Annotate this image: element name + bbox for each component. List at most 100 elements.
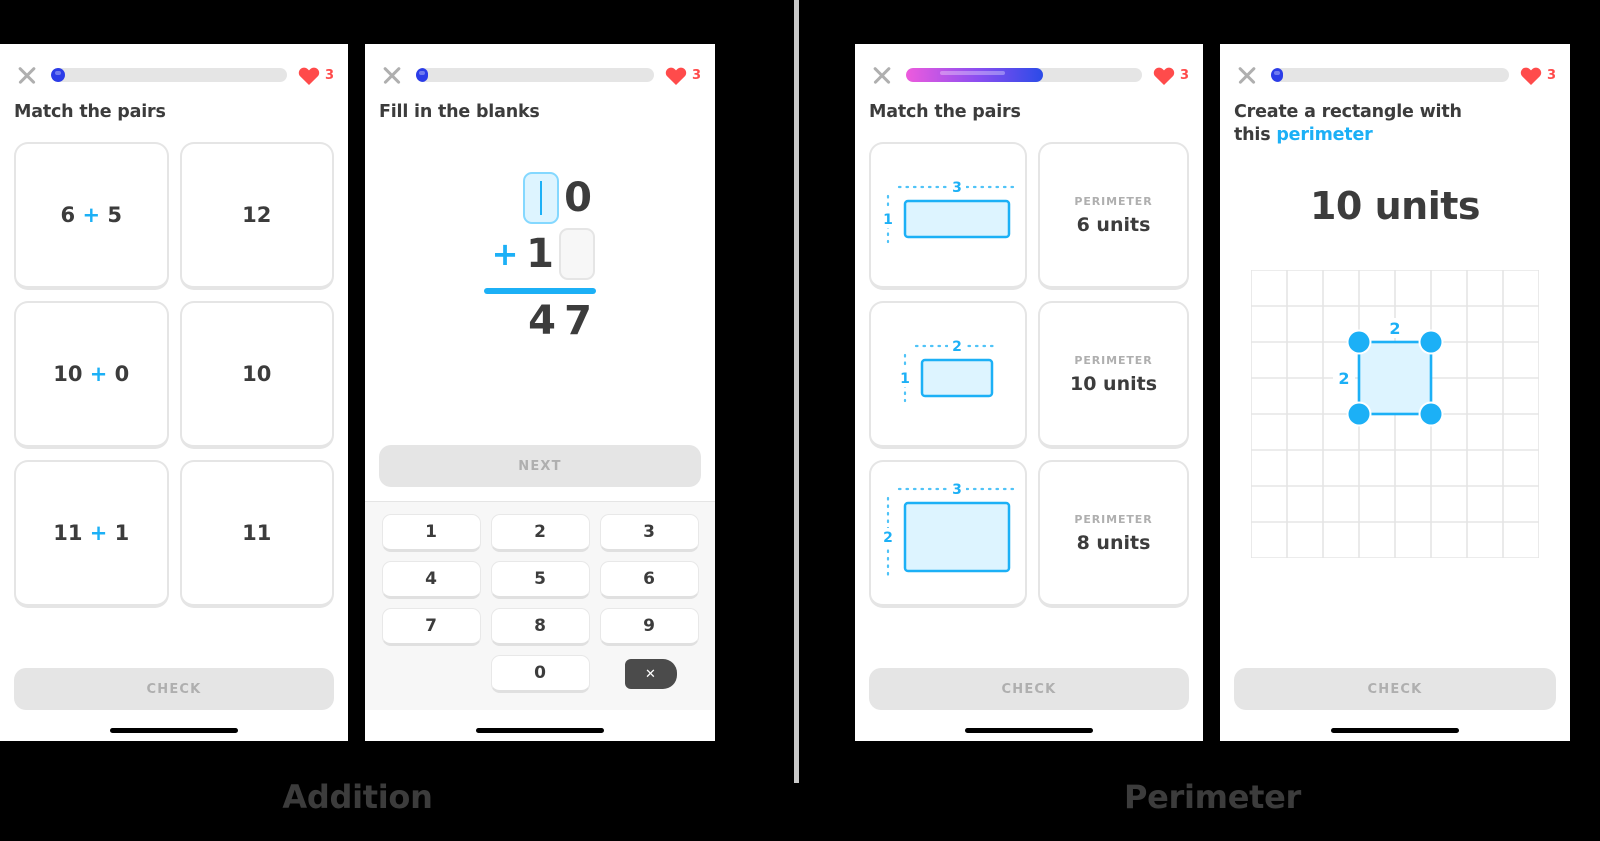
progress-bar <box>906 68 1142 82</box>
grid-canvas[interactable]: 22 <box>1250 268 1540 562</box>
heart-icon <box>665 67 687 85</box>
pair-card-answer[interactable]: 10 <box>179 301 334 450</box>
close-icon[interactable] <box>1234 62 1260 88</box>
pair-card-perimeter-answer[interactable]: PERIMETER 6 units <box>1038 142 1189 291</box>
hearts-count: 3 <box>1179 67 1189 83</box>
pair-card-answer[interactable]: 11 <box>179 460 334 609</box>
pair-card-expression[interactable]: 11 + 1 <box>14 460 169 609</box>
plus-icon: + <box>82 203 101 228</box>
perimeter-answer: PERIMETER 8 units <box>1074 513 1152 554</box>
key-8[interactable]: 8 <box>490 608 590 646</box>
pair-card-perimeter-answer[interactable]: PERIMETER 10 units <box>1038 301 1189 450</box>
phone-screen-create-rectangle: 3 Create a rectangle with this perimeter… <box>1220 44 1570 741</box>
figure-wrap: 31 <box>871 175 1025 256</box>
plus-icon: + <box>89 362 108 387</box>
topbar: 3 <box>0 44 348 88</box>
key-7[interactable]: 7 <box>381 608 481 646</box>
match-pairs-grid: 3 1 PERIMETER 6 units 2 1 PERIMETER 10 units 3 2 P… <box>855 124 1203 650</box>
prompt-line-2-plain: this <box>1234 125 1277 146</box>
perimeter-label: PERIMETER <box>1074 512 1153 526</box>
home-indicator <box>1331 728 1459 733</box>
rect-corner-handle[interactable] <box>1348 331 1370 353</box>
sum-rows: + 0 + 1 + 4 7 <box>484 170 596 344</box>
key-spacer <box>382 655 481 693</box>
rectangle-builder: 10 units 22 <box>1220 148 1570 650</box>
sum-problem: + 0 + 1 + 4 7 <box>365 124 715 445</box>
hearts-count: 3 <box>691 67 701 83</box>
backspace-icon[interactable]: ✕ <box>624 659 677 689</box>
svg-text:2: 2 <box>952 339 962 355</box>
phone-screen-addition-match: 3 Match the pairs 6 + 5 12 10 + 0 10 11 … <box>0 44 348 741</box>
progress-bar <box>51 68 287 82</box>
key-6[interactable]: 6 <box>599 561 699 599</box>
hearts-count: 3 <box>324 67 334 83</box>
result-digit-1: 4 <box>528 298 556 345</box>
check-button[interactable]: CHECK <box>1234 668 1556 710</box>
sum-row-result: + 4 7 <box>490 298 596 344</box>
perimeter-grid[interactable]: 22 <box>1250 268 1540 559</box>
next-button[interactable]: NEXT <box>379 445 701 487</box>
text-caret <box>540 181 542 216</box>
pair-card-expression[interactable]: 10 + 0 <box>14 301 169 450</box>
pair-card-expression[interactable]: 6 + 5 <box>14 142 169 291</box>
group-divider <box>794 0 799 783</box>
result-digit-2: 7 <box>564 298 592 345</box>
pair-card-figure[interactable]: 31 <box>869 142 1027 291</box>
key-4[interactable]: 4 <box>381 561 481 599</box>
close-icon[interactable] <box>379 62 405 88</box>
close-icon[interactable] <box>14 62 40 88</box>
blank-input-empty[interactable] <box>559 228 595 281</box>
topbar: 3 <box>855 44 1203 88</box>
topbar: 3 <box>365 44 715 88</box>
home-indicator <box>965 728 1093 733</box>
expr-operand-b: 0 <box>114 362 130 387</box>
plus-operator: + <box>491 235 519 274</box>
phone-screen-fill-blanks: 3 Fill in the blanks + 0 + 1 <box>365 44 715 741</box>
hearts-indicator[interactable]: 3 <box>665 65 701 86</box>
sum-row-bottom: + 1 <box>488 226 596 282</box>
answer-value: 11 <box>242 521 272 546</box>
pair-card-figure[interactable]: 32 <box>869 460 1027 609</box>
page-title: Create a rectangle with this perimeter <box>1220 88 1570 148</box>
hearts-indicator[interactable]: 3 <box>1153 65 1189 86</box>
hearts-indicator[interactable]: 3 <box>298 65 334 86</box>
expr-operand-a: 6 <box>60 203 76 228</box>
rect-corner-handle[interactable] <box>1420 403 1442 425</box>
prompt-highlight-perimeter: perimeter <box>1276 125 1373 146</box>
backspace-glyph: ✕ <box>645 666 656 682</box>
svg-text:3: 3 <box>952 180 962 196</box>
pair-card-answer[interactable]: 12 <box>179 142 334 291</box>
key-3[interactable]: 3 <box>599 514 699 552</box>
svg-text:1: 1 <box>900 371 910 387</box>
progress-fill <box>416 68 428 82</box>
hearts-indicator[interactable]: 3 <box>1520 65 1556 86</box>
rect-corner-handle[interactable] <box>1348 403 1370 425</box>
prompt-line-1: Create a rectangle with <box>1234 102 1462 122</box>
key-9[interactable]: 9 <box>599 608 699 646</box>
key-delete-slot: ✕ <box>600 655 699 693</box>
perimeter-answer: PERIMETER 10 units <box>1070 354 1157 395</box>
expr-operand-b: 5 <box>107 203 122 228</box>
rectangle-figure: 31 <box>879 177 1017 243</box>
screenshot-stage: 3 Match the pairs 6 + 5 12 10 + 0 10 11 … <box>0 0 1600 841</box>
blank-input-active[interactable] <box>523 172 559 225</box>
keypad-row: 7 8 9 <box>379 608 701 646</box>
figure-wrap: 21 <box>888 334 1008 415</box>
answer-value: 10 <box>242 362 272 387</box>
key-2[interactable]: 2 <box>490 514 590 552</box>
key-1[interactable]: 1 <box>381 514 481 552</box>
heart-icon <box>1520 67 1542 85</box>
key-0[interactable]: 0 <box>490 655 590 693</box>
page-title: Match the pairs <box>869 102 1021 122</box>
svg-text:2: 2 <box>1338 369 1349 388</box>
close-icon[interactable] <box>869 62 895 88</box>
heart-icon <box>1153 67 1175 85</box>
rect-corner-handle[interactable] <box>1420 331 1442 353</box>
pair-card-figure[interactable]: 21 <box>869 301 1027 450</box>
pair-card-perimeter-answer[interactable]: PERIMETER 8 units <box>1038 460 1189 609</box>
check-button[interactable]: CHECK <box>14 668 334 710</box>
sum-row-top: + 0 <box>488 170 596 226</box>
perimeter-answer: PERIMETER 6 units <box>1074 195 1152 236</box>
key-5[interactable]: 5 <box>490 561 590 599</box>
check-button[interactable]: CHECK <box>869 668 1189 710</box>
